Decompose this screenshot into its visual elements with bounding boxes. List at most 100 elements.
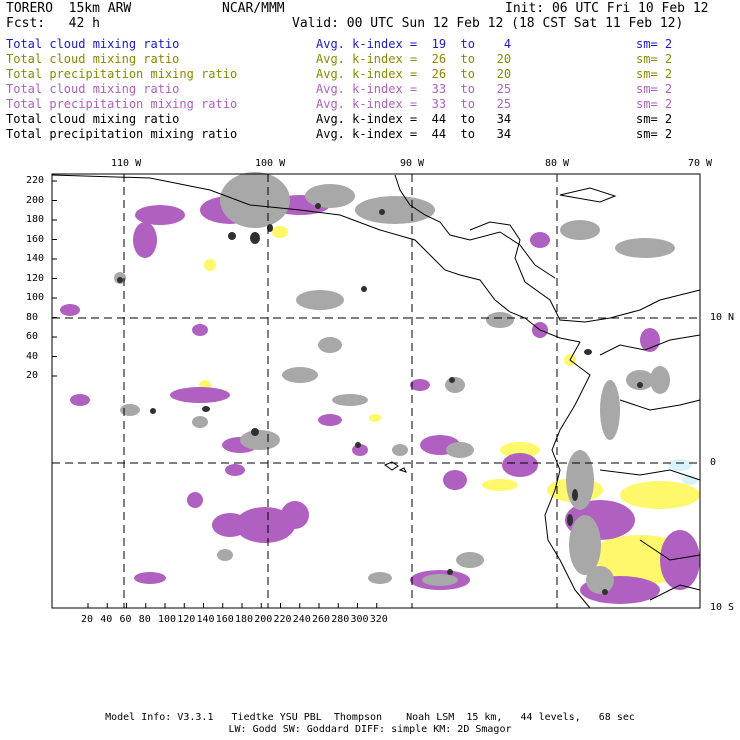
dark-field-area xyxy=(251,428,259,436)
purple-field-area xyxy=(530,232,550,248)
dark-field-area xyxy=(602,589,608,595)
purple-field-area xyxy=(70,394,90,406)
y-grid-label: 220 xyxy=(26,175,45,186)
purple-field-area xyxy=(187,492,203,508)
x-grid-label: 140 xyxy=(196,614,215,625)
lon-label-110w: 110 W xyxy=(111,158,142,169)
gray-field-area xyxy=(445,377,465,393)
x-grid-label: 40 xyxy=(100,614,113,625)
gray-field-area xyxy=(368,572,392,584)
lon-label-90w: 90 W xyxy=(400,158,425,169)
yellow-field-area xyxy=(482,479,518,491)
dark-field-area xyxy=(117,277,123,283)
gray-field-area xyxy=(355,196,435,224)
gray-field-area xyxy=(240,430,280,450)
dark-field-area xyxy=(584,349,592,355)
x-grid-label: 220 xyxy=(273,614,292,625)
lat-label-0: 0 xyxy=(710,457,717,468)
x-grid-label: 180 xyxy=(235,614,254,625)
lat-label-10n: 10 N xyxy=(710,312,735,323)
gray-field-area xyxy=(296,290,344,310)
dark-field-area xyxy=(379,209,385,215)
gray-field-area xyxy=(586,566,614,594)
gray-field-area xyxy=(120,404,140,416)
dark-field-area xyxy=(447,569,453,575)
dark-field-area xyxy=(361,286,367,292)
gray-field-area xyxy=(305,184,355,208)
y-grid-label: 140 xyxy=(26,253,45,264)
lon-label-70w: 70 W xyxy=(688,158,713,169)
lat-label-10s: 10 S xyxy=(710,602,735,613)
dark-field-area xyxy=(355,442,361,448)
y-grid-label: 40 xyxy=(26,350,39,362)
purple-field-area xyxy=(318,414,342,426)
x-grid-label: 60 xyxy=(119,614,132,625)
x-grid-label: 80 xyxy=(138,614,151,625)
dark-field-area xyxy=(150,408,156,414)
x-grid-label: 280 xyxy=(331,614,350,625)
dark-field-area xyxy=(202,406,210,412)
purple-field-area xyxy=(502,453,538,477)
gray-field-area xyxy=(615,238,675,258)
gulf-coast xyxy=(394,174,556,279)
yellow-field-area xyxy=(272,226,288,238)
x-grid-label: 240 xyxy=(292,614,311,625)
gray-field-area xyxy=(282,367,318,383)
lon-label-100w: 100 W xyxy=(255,158,286,169)
gray-field-area xyxy=(486,312,514,328)
cyan-field-area xyxy=(668,459,692,471)
x-grid-label: 260 xyxy=(312,614,331,625)
dark-field-area xyxy=(572,489,578,501)
model-info: Model Info: V3.3.1 Tiedtke YSU PBL Thomp… xyxy=(105,712,635,723)
gray-field-area xyxy=(217,549,233,561)
gray-field-area xyxy=(422,574,458,586)
x-grid-label: 300 xyxy=(350,614,369,625)
dark-field-area xyxy=(567,514,573,526)
y-grid-label: 200 xyxy=(26,194,45,206)
purple-field-area xyxy=(225,464,245,476)
gray-field-area xyxy=(456,552,484,568)
x-grid-label: 100 xyxy=(158,614,177,625)
purple-field-area xyxy=(135,205,185,225)
y-grid-label: 120 xyxy=(26,272,45,284)
x-grid-label: 120 xyxy=(177,614,196,625)
purple-field-area xyxy=(133,222,157,258)
purple-field-area xyxy=(443,470,467,490)
dark-field-area xyxy=(637,382,643,388)
gray-field-area xyxy=(569,515,601,575)
gray-field-area xyxy=(600,380,620,440)
y-grid-label: 80 xyxy=(26,311,39,323)
gray-field-area xyxy=(318,337,342,353)
gray-field-area xyxy=(192,416,208,428)
x-grid-label: 320 xyxy=(369,614,388,625)
gray-field-area xyxy=(392,444,408,456)
y-grid-label: 160 xyxy=(26,233,45,245)
gray-field-area xyxy=(566,450,594,510)
purple-field-area xyxy=(660,530,700,590)
cloud-precip-fields xyxy=(60,172,700,604)
gray-field-area xyxy=(220,172,290,228)
gray-field-area xyxy=(332,394,368,406)
purple-field-area xyxy=(281,501,309,529)
gray-field-area xyxy=(560,220,600,240)
y-grid-label: 180 xyxy=(26,214,45,225)
gray-field-area xyxy=(446,442,474,458)
dark-field-area xyxy=(228,232,236,240)
dark-field-area xyxy=(449,377,455,383)
x-grid-label: 200 xyxy=(254,614,273,625)
model-physics: LW: Godd SW: Goddard DIFF: simple KM: 2D… xyxy=(228,724,512,735)
y-grid-label: 100 xyxy=(26,292,45,303)
purple-field-area xyxy=(410,379,430,391)
yellow-field-area xyxy=(204,259,216,271)
purple-field-area xyxy=(212,513,248,537)
purple-field-area xyxy=(170,387,230,403)
yellow-field-area xyxy=(620,481,700,509)
dark-field-area xyxy=(315,203,321,209)
lon-label-80w: 80 W xyxy=(545,158,570,169)
purple-field-area xyxy=(134,572,166,584)
dark-field-area xyxy=(250,232,260,244)
y-grid-label: 60 xyxy=(26,331,39,342)
x-grid-label: 160 xyxy=(215,614,234,625)
cuba-outline xyxy=(559,187,617,203)
forecast-map xyxy=(51,172,701,609)
